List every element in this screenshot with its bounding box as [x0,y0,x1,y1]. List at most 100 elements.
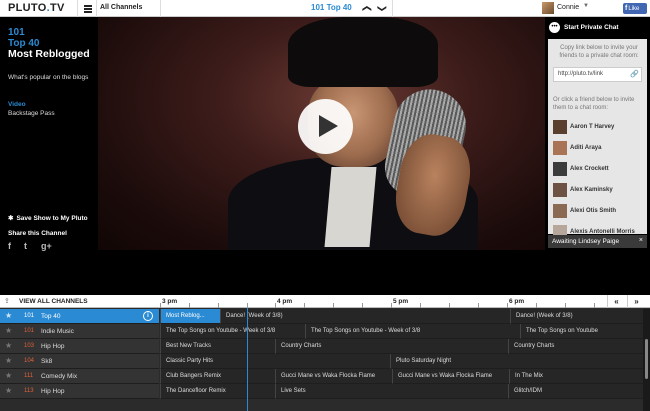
channel-name: Top 40 [41,313,61,320]
time-label: 6 pm [509,298,525,305]
program-cell[interactable]: Pluto Saturday Night [390,354,643,369]
logo-text-right: TV [49,2,65,14]
program-cell[interactable]: Classic Party Hits [160,354,390,369]
program-cell[interactable]: Club Bangers Remix [160,369,275,384]
program-cell[interactable]: Dance! (Week of 3/8) [510,309,643,324]
guide-scrollbar[interactable] [643,309,650,411]
friend-invite-instructions: Or click a friend below to invite them t… [553,97,635,111]
avatar [553,120,567,134]
avatar [553,162,567,176]
guide-row: ★ 103 Hip Hop Best New Tracks Country Charts… [0,339,643,354]
content-type-value: Backstage Pass [8,110,55,117]
twitter-icon[interactable]: t [24,241,27,251]
program-cell[interactable]: Best New Tracks [160,339,275,354]
play-button[interactable] [298,99,353,154]
star-icon[interactable]: ★ [5,326,12,335]
time-label: 5 pm [393,298,409,305]
time-tick [449,303,450,308]
link-icon[interactable]: 🔗 [630,68,639,81]
star-icon[interactable]: ★ [5,341,12,350]
current-channel-title: 101 Top 40 [311,3,352,12]
channel-cell[interactable]: ★ 103 Hip Hop [0,339,159,354]
program-cell[interactable]: The Top Songs on Youtube - Week of 3/8 [305,324,520,339]
guide-back-button[interactable]: « [607,295,625,308]
menu-icon[interactable] [82,0,94,17]
program-cell[interactable]: Gucci Mane vs Waka Flocka Flame [275,369,392,384]
prev-channel-button[interactable]: ❮ [361,2,374,16]
friend-item[interactable]: Alex Crockett [553,162,645,178]
program-cell[interactable]: Glitch/IDM [508,384,643,399]
program-cell[interactable]: The Top Songs on Youtube [520,324,643,339]
google-plus-icon[interactable]: g+ [41,241,52,251]
star-icon[interactable]: ★ [5,356,12,365]
next-channel-button[interactable]: ❯ [376,2,389,16]
program-cell[interactable]: Country Charts [508,339,643,354]
close-icon[interactable]: × [639,237,643,244]
time-tick [218,303,219,308]
program-cell[interactable]: Dance! (Week of 3/8) [220,309,510,324]
app-root: PLUTO.TV All Channels 101 Top 40 ❮ ❯ Con… [0,0,650,411]
chat-copy-instructions: Copy link below to invite your friends t… [559,45,639,59]
chat-bubble-icon: ••• [549,22,560,33]
facebook-icon[interactable]: f [8,241,11,251]
video-player[interactable] [98,17,545,250]
guide-forward-button[interactable]: » [627,295,645,308]
time-tick [333,303,334,308]
time-tick [565,303,566,308]
time-tick [391,303,392,308]
star-icon[interactable]: ★ [5,311,12,320]
share-icon[interactable]: ⇪ [4,297,10,305]
channel-number: 101 [24,328,35,334]
chat-invite-box: Copy link below to invite your friends t… [548,39,647,239]
program-cell[interactable]: The Top Songs on Youtube - Week of 3/8 [160,324,305,339]
time-tick [160,303,161,308]
chevron-down-icon[interactable]: ▼ [583,3,589,9]
friend-name: Alexi Otis Smith [570,208,617,214]
channel-cell[interactable]: ★ 104 Sk8 [0,354,159,369]
video-frame-shirt [324,167,377,247]
program-cell[interactable]: Most Reblog... [160,309,220,324]
channel-cell[interactable]: ★ 111 Comedy Mix [0,369,159,384]
program-cell[interactable]: Gucci Mane vs Waka Flocka Flame [392,369,509,384]
chat-link-field[interactable]: http://pluto.tv/link 🔗 [553,67,642,82]
guide-row: ★ 101 Indie Music The Top Songs on Youtube … [0,324,643,339]
time-tick [507,303,508,308]
save-show-button[interactable]: ✱ Save Show to My Pluto [8,214,88,222]
info-icon[interactable]: i [143,311,153,321]
channel-cell[interactable]: ★ 101 Top 40 i [0,309,159,324]
friend-name: Aaron T Harvey [570,124,615,130]
star-icon[interactable]: ★ [5,371,12,380]
chat-link-value[interactable]: http://pluto.tv/link [558,71,603,77]
private-chat-panel: ••• Start Private Chat Copy link below t… [545,17,650,250]
friend-item[interactable]: Alex Kaminsky [553,183,645,199]
all-channels-link[interactable]: All Channels [100,4,142,11]
divider [160,0,161,17]
star-icon[interactable]: ★ [5,386,12,395]
avatar[interactable] [542,2,554,14]
show-description: What's popular on the blogs [8,74,89,81]
start-private-chat-button[interactable]: Start Private Chat [564,24,619,31]
channel-name: Comedy Mix [41,373,78,380]
friend-item[interactable]: Aaron T Harvey [553,120,645,136]
program-cell[interactable]: In The Mix [509,369,643,384]
chat-header[interactable]: ••• Start Private Chat [545,17,650,39]
channel-cell[interactable]: ★ 113 Hip Hop [0,384,159,399]
channel-info-panel: 101 Top 40 Most Reblogged What's popular… [0,17,98,295]
awaiting-status-text: Awaiting Lindsey Paige [552,238,620,245]
gear-icon: ✱ [8,215,14,222]
video-frame-hat [288,17,438,87]
program-cell[interactable]: The Dancefloor Remix [160,384,275,399]
user-name[interactable]: Connie [557,4,579,11]
view-all-channels-button[interactable]: VIEW ALL CHANNELS [19,298,88,305]
program-cell[interactable]: Live Sets [275,384,508,399]
friend-item[interactable]: Aditi Araya [553,141,645,157]
program-cell[interactable]: Country Charts [275,339,508,354]
scrollbar-thumb[interactable] [645,339,648,379]
facebook-like-button[interactable]: fLike [623,3,647,14]
channel-cell[interactable]: ★ 101 Indie Music [0,324,159,339]
friend-item[interactable]: Alexi Otis Smith [553,204,645,220]
avatar [553,141,567,155]
time-tick [362,303,363,308]
pluto-logo[interactable]: PLUTO.TV [8,2,65,14]
time-tick [420,303,421,308]
